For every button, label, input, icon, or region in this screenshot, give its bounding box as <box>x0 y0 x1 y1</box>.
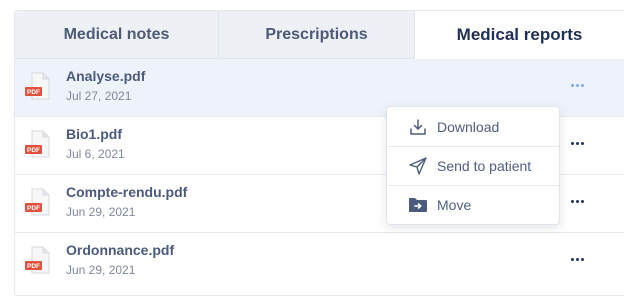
tab-medical-reports[interactable]: Medical reports <box>415 11 624 59</box>
file-date: Jul 27, 2021 <box>66 89 132 103</box>
download-icon <box>407 117 429 137</box>
more-dots-icon <box>570 257 584 261</box>
tab-prescriptions[interactable]: Prescriptions <box>219 11 415 59</box>
svg-text:PDF: PDF <box>27 263 40 270</box>
pdf-file-icon: PDF <box>25 130 51 158</box>
menu-item-send-to-patient[interactable]: Send to patient <box>387 146 559 185</box>
file-name[interactable]: Ordonnance.pdf <box>66 242 174 258</box>
pdf-file-icon: PDF <box>25 246 51 274</box>
menu-item-move[interactable]: Move <box>387 185 559 224</box>
file-name[interactable]: Compte-rendu.pdf <box>66 184 187 200</box>
more-dots-icon <box>570 83 584 87</box>
file-row[interactable]: PDF Ordonnance.pdf Jun 29, 2021 <box>15 233 624 291</box>
more-dots-icon <box>570 199 584 203</box>
more-actions-button[interactable] <box>567 133 587 153</box>
file-name[interactable]: Analyse.pdf <box>66 68 145 84</box>
more-actions-button[interactable] <box>567 75 587 95</box>
file-date: Jun 29, 2021 <box>66 263 136 277</box>
file-date: Jun 29, 2021 <box>66 205 136 219</box>
menu-item-label: Move <box>437 197 472 213</box>
file-date: Jul 6, 2021 <box>66 147 125 161</box>
file-name[interactable]: Bio1.pdf <box>66 126 122 142</box>
more-actions-button[interactable] <box>567 191 587 211</box>
file-context-menu: Download Send to patient Move <box>386 106 560 225</box>
send-icon <box>407 156 429 176</box>
tab-bar: Medical notes Prescriptions Medical repo… <box>15 11 624 59</box>
more-dots-icon <box>570 141 584 145</box>
svg-text:PDF: PDF <box>27 147 40 154</box>
pdf-file-icon: PDF <box>25 72 51 100</box>
menu-item-label: Send to patient <box>437 158 532 174</box>
pdf-file-icon: PDF <box>25 188 51 216</box>
more-actions-button[interactable] <box>567 249 587 269</box>
menu-item-download[interactable]: Download <box>387 107 559 146</box>
svg-text:PDF: PDF <box>27 205 40 212</box>
menu-item-label: Download <box>437 118 500 135</box>
folder-move-icon <box>407 195 429 215</box>
svg-text:PDF: PDF <box>27 89 40 96</box>
tab-medical-notes[interactable]: Medical notes <box>15 11 219 59</box>
